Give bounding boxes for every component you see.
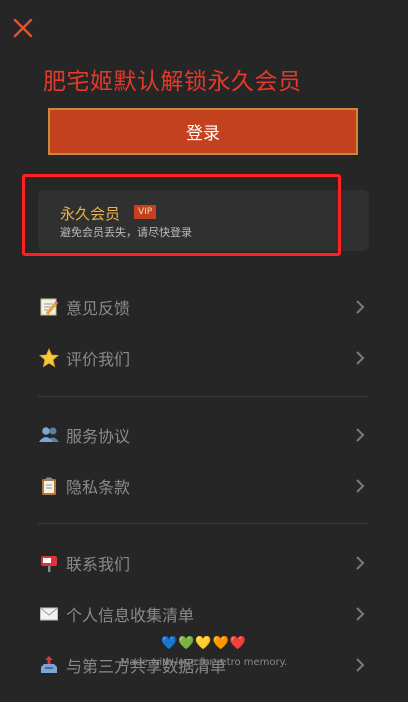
chevron-right-icon	[356, 479, 365, 493]
vip-title: 永久会员	[60, 205, 121, 223]
star-icon	[38, 347, 60, 369]
memo-icon	[38, 296, 60, 318]
menu-item-privacy[interactable]: 隐私条款	[38, 471, 368, 501]
menu-item-label: 隐私条款	[66, 478, 131, 497]
chevron-right-icon	[356, 300, 365, 314]
footer-hearts: 💙💚💛🧡❤️	[0, 632, 408, 651]
footer-text: Made with love for retro memory.	[120, 657, 288, 668]
mailbox-icon	[38, 552, 60, 574]
menu-item-personal-info[interactable]: 个人信息收集清单	[38, 599, 368, 629]
menu-item-label: 个人信息收集清单	[66, 606, 195, 625]
menu-item-label: 服务协议	[66, 427, 131, 446]
close-button[interactable]	[12, 17, 34, 39]
menu-item-rate[interactable]: 评价我们	[38, 343, 368, 373]
vip-subtitle: 避免会员丢失，请尽快登录	[60, 226, 192, 239]
vip-badge: VIP	[134, 205, 157, 219]
menu-item-label: 联系我们	[66, 555, 131, 574]
envelope-icon	[38, 603, 60, 625]
menu-item-service-agreement[interactable]: 服务协议	[38, 420, 368, 450]
chevron-right-icon	[356, 556, 365, 570]
chevron-right-icon	[356, 428, 365, 442]
people-icon	[38, 424, 60, 446]
page-title: 肥宅姬默认解锁永久会员	[43, 69, 302, 95]
menu-item-label: 评价我们	[66, 350, 131, 369]
chevron-right-icon	[356, 351, 365, 365]
divider	[38, 523, 368, 524]
chevron-right-icon	[356, 607, 365, 621]
vip-card[interactable]: 永久会员 VIP 避免会员丢失，请尽快登录	[38, 190, 369, 251]
menu-item-feedback[interactable]: 意见反馈	[38, 292, 368, 322]
close-icon	[13, 18, 33, 38]
menu-item-label: 意见反馈	[66, 299, 131, 318]
menu-item-contact[interactable]: 联系我们	[38, 548, 368, 578]
hearts-icon: 💙💚💛🧡❤️	[161, 636, 247, 651]
login-button[interactable]: 登录	[48, 108, 358, 155]
clipboard-icon	[38, 475, 60, 497]
divider	[38, 396, 368, 397]
